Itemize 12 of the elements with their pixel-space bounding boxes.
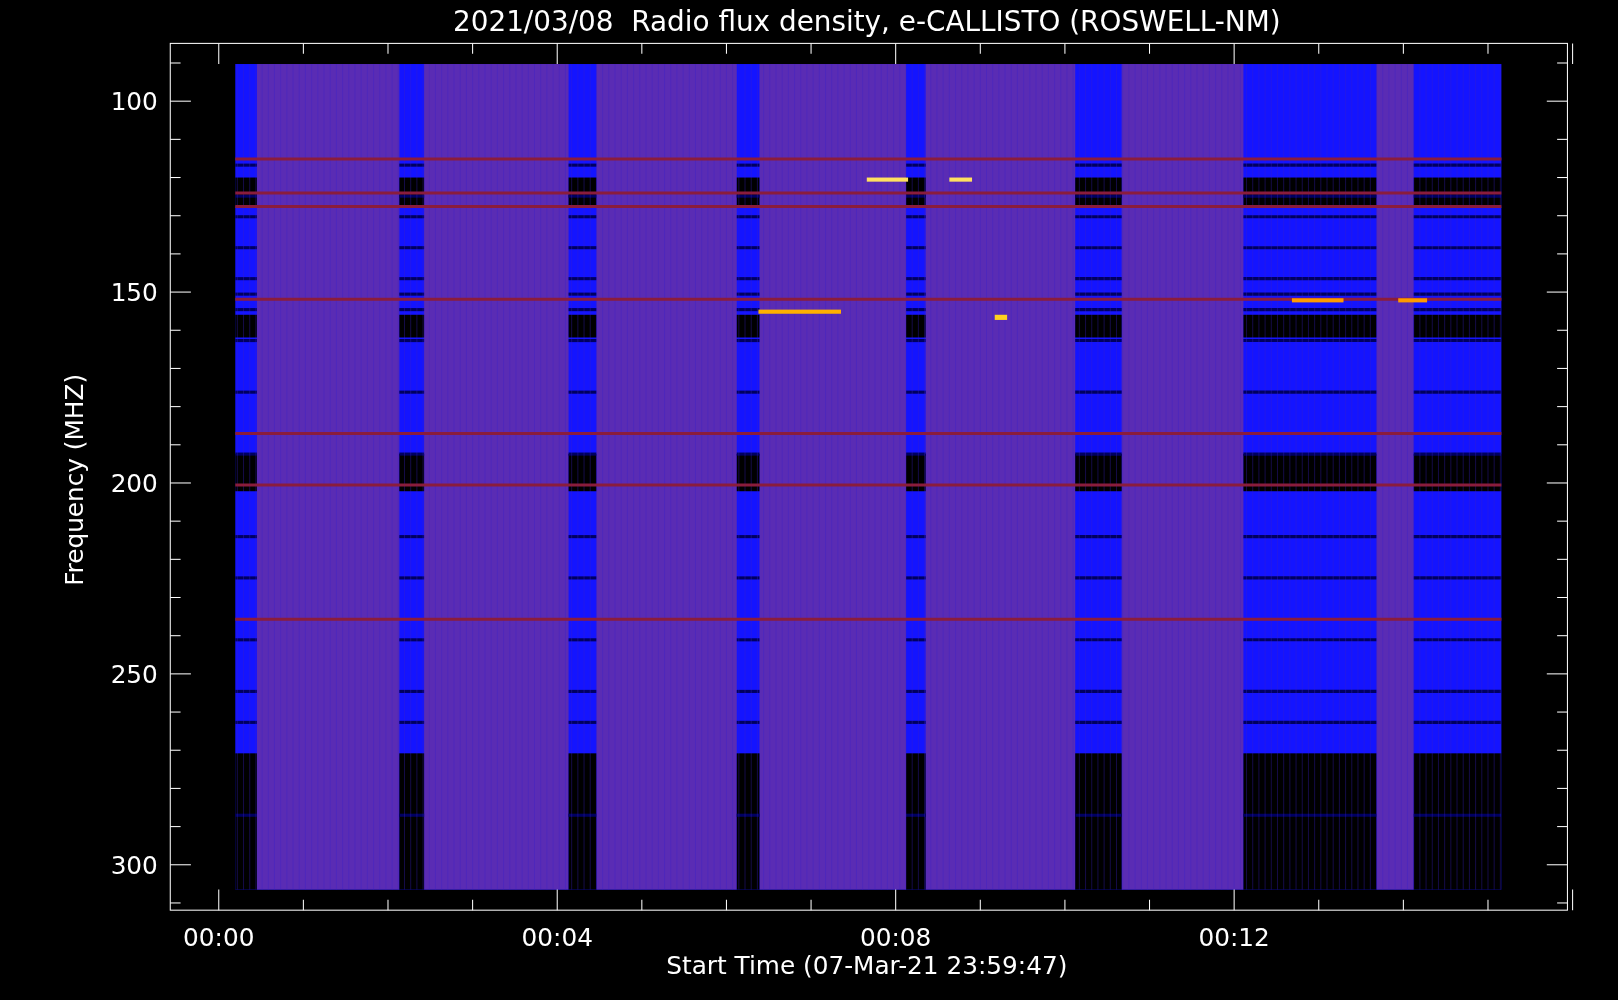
axis-label: Start Time (07-Mar-21 23:59:47) [666, 951, 1068, 981]
tick-label: 00:04 [521, 923, 593, 953]
tick-label: 300 [110, 851, 158, 881]
tick-label: 00:12 [1198, 923, 1270, 953]
tick-label: 250 [110, 660, 158, 690]
tick-label: 00:00 [183, 923, 255, 953]
chart-title: 2021/03/08 Radio flux density, e-CALLISTO (ROSWELL-NM) [452, 5, 1281, 38]
tick-label: 200 [110, 469, 158, 499]
tick-label: 100 [110, 87, 158, 117]
axis-label: Frequency (MHZ) [59, 373, 89, 586]
tick-label: 00:08 [860, 923, 932, 953]
tick-label: 150 [110, 278, 158, 308]
